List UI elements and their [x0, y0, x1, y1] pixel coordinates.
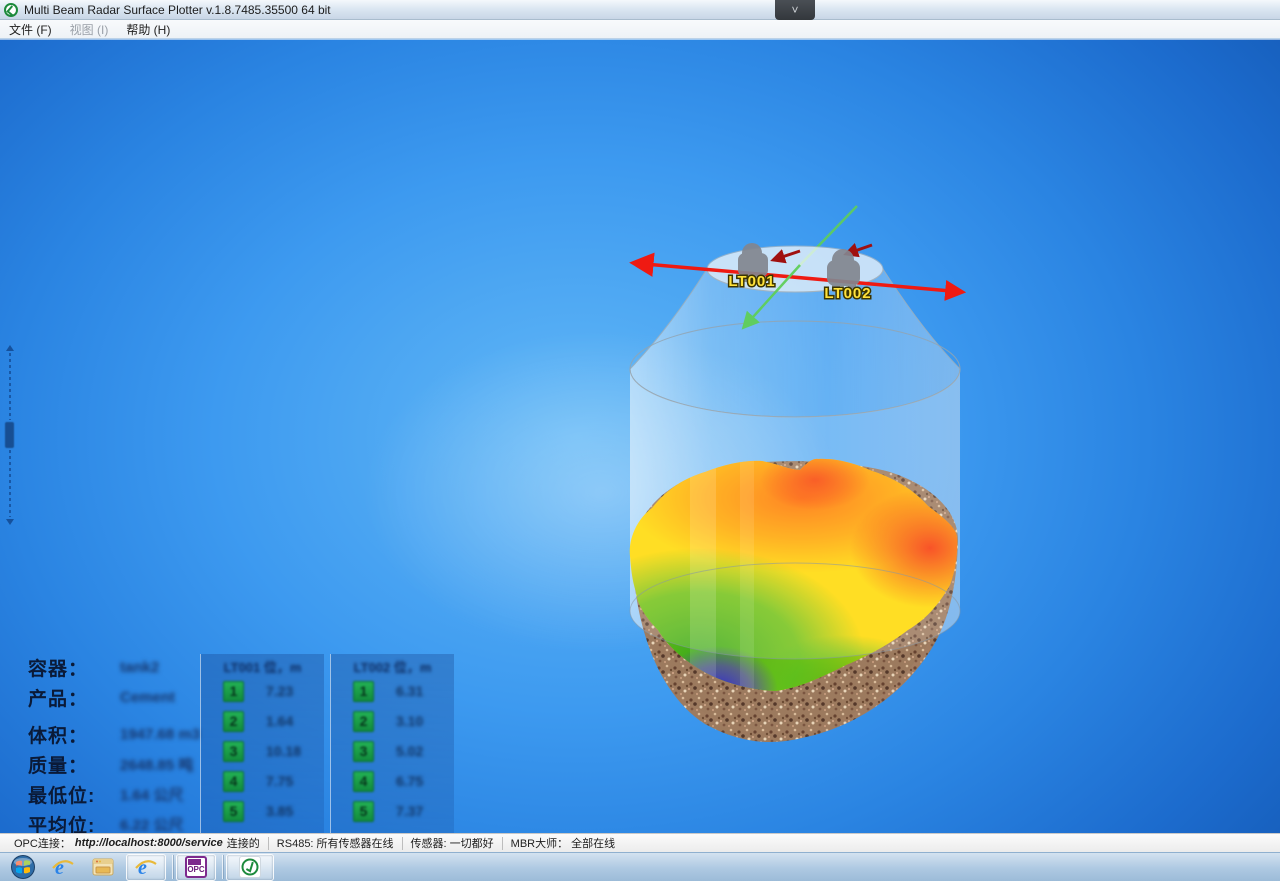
opc-label: OPC连接： [14, 835, 71, 851]
app-window: Multi Beam Radar Surface Plotter v.1.8.7… [0, 0, 1280, 881]
divider [172, 855, 173, 879]
menu-file[interactable]: 文件 (F) [0, 20, 61, 38]
level-value: 3.85 [266, 803, 293, 819]
slider-down-arrow-icon [6, 519, 14, 525]
beam-index-badge: 5 [353, 801, 374, 822]
lt002-table-header: LT002 位，m [331, 657, 454, 676]
taskbar-opc-app[interactable]: OPC [176, 854, 216, 881]
beam-index-badge: 4 [223, 771, 244, 792]
table-row: 35.02 [331, 736, 454, 766]
table-row: 47.75 [201, 766, 324, 796]
svg-text:e: e [55, 857, 64, 879]
level-value: 6.31 [396, 683, 423, 699]
windows-taskbar: e e OPC [0, 852, 1280, 881]
level-value: 3.10 [396, 713, 423, 729]
opc-icon-text: OPC [187, 864, 204, 876]
level-value: 7.23 [266, 683, 293, 699]
lt001-level-table: LT001 位，m 17.23 21.64 310.18 47.75 53.85 [200, 654, 324, 856]
sensor1-label: LT001 [728, 273, 775, 290]
folder-window-icon [91, 855, 115, 879]
table-row: 57.37 [331, 796, 454, 826]
beam-index-badge: 3 [223, 741, 244, 762]
level-value: 1.64 [266, 713, 293, 729]
table-row: 17.23 [201, 676, 324, 706]
table-row: 46.75 [331, 766, 454, 796]
lt001-table-header: LT001 位，m [201, 657, 324, 676]
status-opc: OPC连接： http://localhost:8000/service 连接的 [6, 835, 268, 851]
titlebar-dropdown-button[interactable]: ˅ [775, 0, 815, 20]
status-rs485: RS485: 所有传感器在线 [269, 835, 402, 851]
vertical-scale-slider[interactable] [3, 345, 16, 525]
table-row: 16.31 [331, 676, 454, 706]
slider-handle[interactable] [5, 422, 14, 448]
app-logo-icon [4, 3, 18, 17]
beam-index-badge: 4 [353, 771, 374, 792]
status-mbr: MBR大师： 全部在线 [503, 835, 624, 851]
info-label: 质量： [28, 751, 120, 778]
slider-track [9, 450, 11, 517]
menu-bar: 文件 (F) 视图 (I) 帮助 (H) [0, 20, 1280, 39]
menu-view[interactable]: 视图 (I) [61, 20, 118, 38]
beam-index-badge: 1 [223, 681, 244, 702]
info-value: 2648.85 吨 [120, 754, 193, 775]
info-value: 1.64 公尺 [120, 784, 183, 805]
level-value: 5.02 [396, 743, 423, 759]
menu-help[interactable]: 帮助 (H) [117, 20, 179, 38]
beam-index-badge: 2 [353, 711, 374, 732]
divider [222, 855, 223, 879]
info-value: 6.22 公尺 [120, 814, 183, 835]
opc-state: 连接的 [227, 835, 260, 851]
taskbar-plotter-app[interactable] [226, 854, 274, 881]
info-row-product: 产品： Cement [28, 682, 200, 712]
sensor2-label: LT002 [824, 285, 871, 302]
level-value: 10.18 [266, 743, 301, 759]
info-row-mass: 质量： 2648.85 吨 [28, 749, 200, 779]
info-label: 容器： [28, 654, 120, 681]
slider-up-arrow-icon [6, 345, 14, 351]
internet-explorer-icon: e [134, 855, 158, 879]
chevron-down-icon: ˅ [791, 5, 798, 15]
lt002-level-table: LT002 位，m 16.31 23.10 35.02 46.75 57.37 [330, 654, 454, 856]
info-row-volume: 体积： 1947.68 m3 [28, 719, 200, 749]
opc-app-icon: OPC [185, 856, 207, 878]
beam-index-badge: 5 [223, 801, 244, 822]
beam-index-badge: 2 [223, 711, 244, 732]
slider-track [9, 353, 11, 420]
info-row-min-level: 最低位: 1.64 公尺 [28, 779, 200, 809]
status-bar: OPC连接： http://localhost:8000/service 连接的… [0, 833, 1280, 852]
taskbar-ie-icon-2[interactable]: e [126, 854, 166, 881]
info-label: 体积： [28, 721, 120, 748]
level-value: 7.37 [396, 803, 423, 819]
window-title: Multi Beam Radar Surface Plotter v.1.8.7… [24, 3, 331, 17]
windows-orb-icon [10, 854, 36, 880]
start-button[interactable] [6, 854, 40, 881]
table-row: 310.18 [201, 736, 324, 766]
taskbar-explorer-icon[interactable] [86, 854, 120, 881]
opc-icon-band [188, 859, 201, 865]
info-value: 1947.68 m3 [120, 726, 200, 743]
info-label: 产品： [28, 684, 120, 711]
viewport-3d[interactable]: LT001 LT002 容器： tank2 产品： Cement [0, 39, 1280, 833]
level-value: 7.75 [266, 773, 293, 789]
internet-explorer-icon: e [51, 855, 75, 879]
opc-url: http://localhost:8000/service [75, 837, 223, 849]
level-value: 6.75 [396, 773, 423, 789]
table-row: 21.64 [201, 706, 324, 736]
info-value: Cement [120, 689, 175, 706]
info-row-container: 容器： tank2 [28, 652, 200, 682]
taskbar-ie-icon-1[interactable]: e [46, 854, 80, 881]
table-row: 23.10 [331, 706, 454, 736]
plotter-app-icon [239, 856, 261, 878]
beam-index-badge: 1 [353, 681, 374, 702]
status-sensors: 传感器: 一切都好 [403, 835, 502, 851]
info-label: 最低位: [28, 781, 120, 808]
svg-text:e: e [138, 857, 147, 879]
info-value: tank2 [120, 659, 159, 676]
title-bar[interactable]: Multi Beam Radar Surface Plotter v.1.8.7… [0, 0, 1280, 20]
table-row: 53.85 [201, 796, 324, 826]
beam-index-badge: 3 [353, 741, 374, 762]
